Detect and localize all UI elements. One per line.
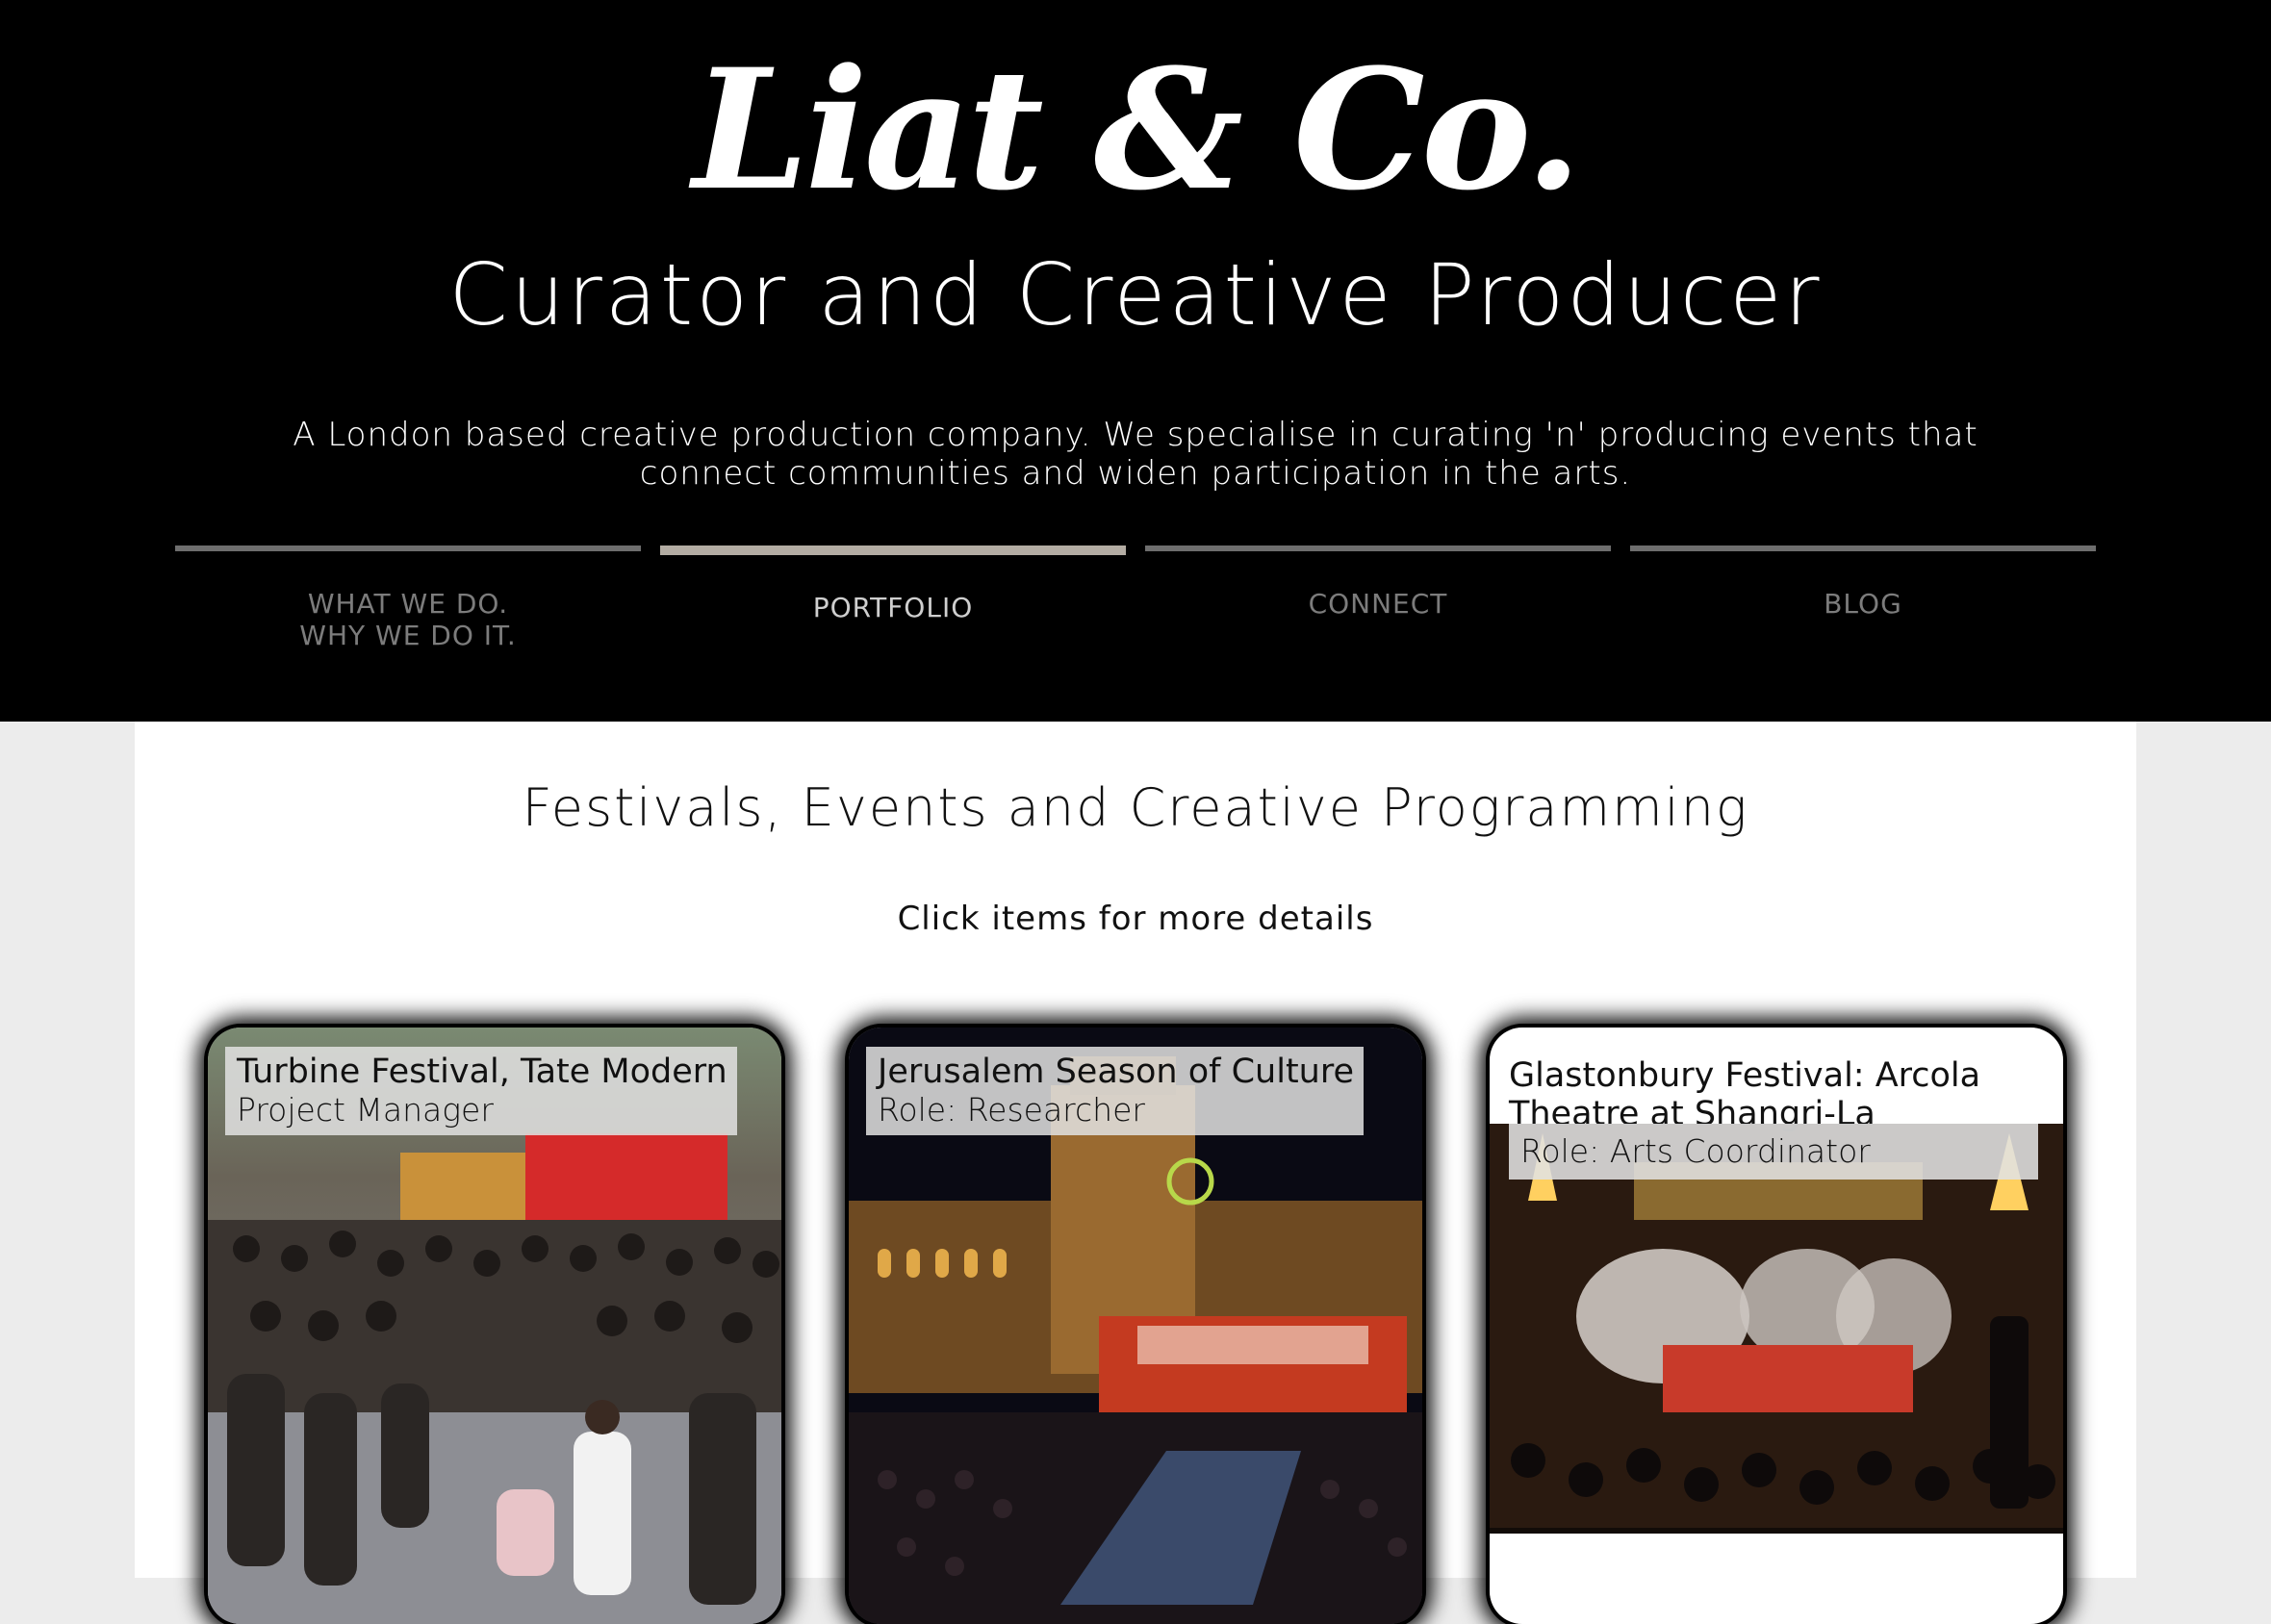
nav-item-portfolio[interactable]: PORTFOLIO	[660, 546, 1126, 661]
card-caption: Jerusalem Season of Culture Role: Resear…	[866, 1047, 1365, 1135]
nav-label: PORTFOLIO	[812, 592, 974, 623]
card-footer-panel	[1490, 1534, 2063, 1624]
nav-indicator	[1145, 546, 1611, 551]
card-caption: Glastonbury Festival: Arcola Theatre at …	[1509, 1056, 2048, 1133]
site-logo[interactable]: Liat & Co.	[0, 19, 2271, 241]
card-caption: Turbine Festival, Tate Modern Project Ma…	[225, 1047, 737, 1135]
main-nav: WHAT WE DO. WHY WE DO IT. PORTFOLIO CONN…	[0, 546, 2271, 661]
portfolio-content: Festivals, Events and Creative Programmi…	[135, 722, 2136, 1624]
nav-label: WHAT WE DO. WHY WE DO IT.	[299, 588, 517, 651]
site-header: Liat & Co. Curator and Creative Producer…	[0, 0, 2271, 722]
portfolio-card-jerusalem-season[interactable]: Jerusalem Season of Culture Role: Resear…	[849, 1028, 1422, 1624]
card-role: Project Manager	[237, 1091, 494, 1129]
nav-indicator	[660, 546, 1126, 555]
nav-item-connect[interactable]: CONNECT	[1145, 546, 1611, 661]
nav-indicator	[1630, 546, 2096, 551]
portfolio-card-turbine-festival[interactable]: Turbine Festival, Tate Modern Project Ma…	[208, 1028, 781, 1624]
section-title: Festivals, Events and Creative Programmi…	[522, 777, 1749, 838]
nav-indicator	[175, 546, 641, 551]
nav-item-blog[interactable]: BLOG	[1630, 546, 2096, 661]
card-title: Turbine Festival, Tate Modern	[237, 1053, 727, 1091]
portfolio-card-glastonbury[interactable]: Glastonbury Festival: Arcola Theatre at …	[1490, 1028, 2063, 1624]
card-title: Glastonbury Festival: Arcola Theatre at …	[1509, 1056, 1981, 1133]
card-title: Jerusalem Season of Culture	[878, 1053, 1355, 1091]
card-role: Role: Arts Coordinator	[1509, 1124, 2038, 1180]
nav-label: CONNECT	[1308, 588, 1448, 620]
card-role: Role: Researcher	[878, 1091, 1145, 1129]
nav-item-what-we-do[interactable]: WHAT WE DO. WHY WE DO IT.	[175, 546, 641, 661]
click-hint: Click items for more details	[897, 900, 1374, 938]
site-intro: A London based creative production compa…	[293, 416, 1978, 493]
nav-label: BLOG	[1824, 588, 1902, 620]
site-tagline: Curator and Creative Producer	[448, 245, 1823, 344]
